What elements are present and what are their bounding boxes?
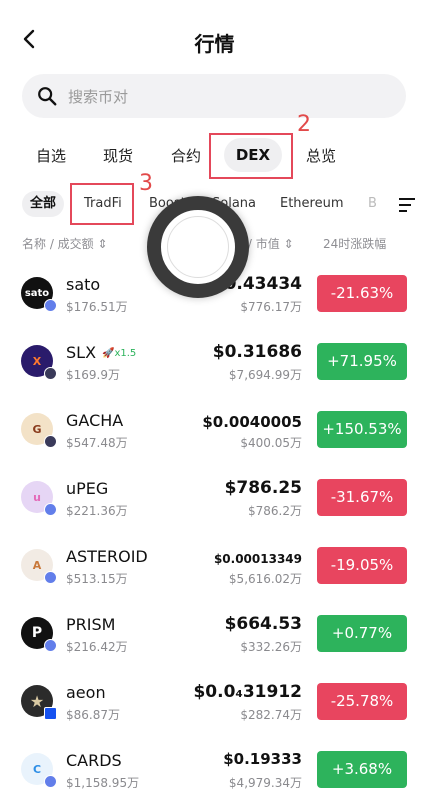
search-placeholder: 搜索币对 [68, 88, 129, 106]
page-title: 行情 [194, 32, 235, 56]
change-badge: -25.78% [317, 683, 407, 720]
tab-spot[interactable]: 现货 [103, 145, 133, 166]
change-badge: +3.68% [317, 751, 407, 788]
token-volume: $176.51万 [66, 300, 128, 314]
token-row[interactable]: G GACHA $547.48万 $0.0040005 $400.05万 +15… [0, 394, 429, 462]
token-volume: $216.42万 [66, 640, 128, 654]
chain-badge-icon [44, 775, 57, 788]
avatar-text: ★ [29, 691, 45, 711]
dex-step-marker: 2 [297, 112, 311, 137]
header: 行情 [0, 0, 429, 80]
col-change-label: 24时涨跌幅 [323, 237, 387, 251]
token-avatar: A [21, 549, 57, 584]
token-price: $0.00013349 [213, 552, 302, 566]
token-name: aeon [66, 683, 106, 702]
chain-badge-icon [44, 299, 57, 312]
chain-badge-icon [44, 571, 57, 584]
token-mcap: $282.74万 [240, 708, 302, 722]
chain-badge-icon [44, 639, 57, 652]
token-price: $0.0040005 [202, 413, 302, 431]
change-badge: -21.63% [317, 275, 407, 312]
token-row[interactable]: A ASTEROID $513.15万 $0.00013349 $5,616.0… [0, 530, 429, 598]
chain-badge-icon [44, 707, 57, 720]
token-row[interactable]: C CARDS $1,158.95万 $0.19333 $4,979.34万 +… [0, 734, 429, 801]
token-volume: $86.87万 [66, 708, 120, 722]
tab-favorites[interactable]: 自选 [36, 145, 66, 166]
boost-multiplier: x1.5 [114, 348, 137, 359]
token-avatar: ★ [21, 685, 57, 720]
avatar-text: sato [24, 287, 50, 299]
avatar-text: u [33, 490, 41, 504]
chip-all[interactable]: 全部 [22, 191, 64, 217]
token-avatar: u [21, 481, 57, 516]
token-volume: $513.15万 [66, 572, 128, 586]
token-price: $0.0₄31912 [193, 682, 302, 702]
avatar-text: A [32, 558, 42, 572]
token-mcap: $4,979.34万 [228, 776, 302, 790]
token-name: GACHA [66, 411, 124, 430]
search-bar[interactable]: 搜索币对 [22, 74, 406, 118]
token-price: $0.19333 [223, 750, 302, 768]
change-badge: +0.77% [317, 615, 407, 652]
token-name: PRISM [66, 615, 116, 634]
dex-highlight-box [209, 133, 293, 179]
avatar-text: P [31, 625, 43, 641]
token-mcap: $5,616.02万 [228, 572, 302, 586]
token-volume: $1,158.95万 [66, 776, 140, 790]
token-avatar: X [21, 345, 57, 380]
sort-icon: ⇕ [97, 237, 108, 251]
col-change[interactable]: 24时涨跌幅 [323, 235, 386, 252]
col-name-volume-label: 名称 / 成交额 [22, 237, 94, 251]
token-volume: $547.48万 [66, 436, 128, 450]
loading-spinner [147, 196, 249, 298]
token-mcap: $400.05万 [240, 436, 302, 450]
search-icon [38, 87, 57, 106]
chain-badge-icon [44, 503, 57, 516]
chain-badge-icon [44, 367, 57, 380]
boost-tag: 🚀x1.5 [102, 348, 137, 359]
change-badge: +71.95% [317, 343, 407, 380]
tradfi-step-marker: 3 [139, 171, 153, 196]
filter-menu-icon[interactable] [397, 196, 417, 214]
token-row[interactable]: ★ aeon $86.87万 $0.0₄31912 $282.74万 -25.7… [0, 666, 429, 734]
token-mcap: $776.17万 [240, 300, 302, 314]
token-price: $786.25 [224, 478, 302, 498]
token-name: ASTEROID [66, 547, 148, 566]
tab-contract[interactable]: 合约 [171, 145, 201, 166]
token-name: sato [66, 275, 101, 294]
token-mcap: $786.2万 [248, 504, 302, 518]
avatar-text: X [32, 354, 42, 368]
token-row[interactable]: P PRISM $216.42万 $664.53 $332.26万 +0.77% [0, 598, 429, 666]
token-price: $0.31686 [212, 342, 302, 362]
token-avatar: P [21, 617, 57, 652]
sort-icon: ⇕ [283, 237, 294, 251]
token-name: SLX [66, 343, 97, 362]
token-name: CARDS [66, 751, 122, 770]
token-name: uPEG [66, 479, 109, 498]
chip-b-partial[interactable]: B [368, 191, 377, 217]
avatar-text: C [32, 762, 42, 776]
chain-badge-icon [44, 435, 57, 448]
spinner-center [167, 216, 229, 278]
change-badge: -31.67% [317, 479, 407, 516]
chip-ethereum[interactable]: Ethereum [280, 191, 344, 217]
tab-overview[interactable]: 总览 [306, 145, 336, 166]
token-avatar: C [21, 753, 57, 788]
avatar-text: G [32, 422, 42, 436]
change-badge: +150.53% [317, 411, 407, 448]
token-price: $664.53 [224, 614, 302, 634]
tradfi-highlight-box [70, 183, 134, 225]
token-avatar: sato [21, 277, 57, 312]
col-price-mcap-label: / 市值 [247, 237, 280, 251]
col-name-volume[interactable]: 名称 / 成交额 ⇕ [22, 235, 108, 252]
token-row[interactable]: u uPEG $221.36万 $786.25 $786.2万 -31.67% [0, 462, 429, 530]
change-badge: -19.05% [317, 547, 407, 584]
token-row[interactable]: X SLX 🚀x1.5 $169.9万 $0.31686 $7,694.99万 … [0, 326, 429, 394]
token-avatar: G [21, 413, 57, 448]
token-mcap: $7,694.99万 [228, 368, 302, 382]
token-volume: $169.9万 [66, 368, 120, 382]
token-mcap: $332.26万 [240, 640, 302, 654]
token-volume: $221.36万 [66, 504, 128, 518]
